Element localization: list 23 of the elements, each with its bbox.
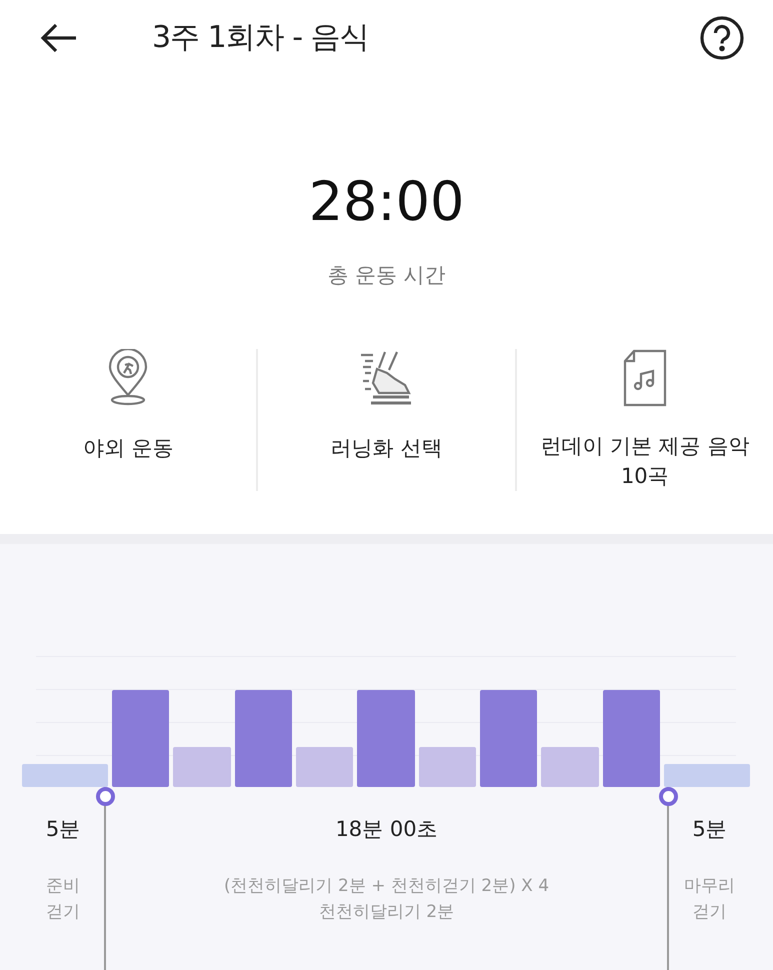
interval-bar <box>173 747 231 787</box>
interval-bar <box>296 747 354 787</box>
help-button[interactable] <box>699 14 745 60</box>
total-time-caption: 총 운동 시간 <box>326 262 447 289</box>
phase-duration: 18분 00초 <box>335 816 438 843</box>
map-pin-runner-icon <box>107 349 150 407</box>
back-button[interactable] <box>40 22 78 52</box>
option-label[interactable]: 야외 운동 <box>82 433 174 463</box>
interval-bar <box>418 747 476 787</box>
start-marker-icon <box>96 787 114 806</box>
phase-duration: 5분 <box>46 816 80 843</box>
phase-description: (천천히달리기 2분 + 천천히걷기 2분) X 4 천천히달리기 2분 <box>224 875 550 924</box>
option-label[interactable]: 런데이 기본 제공 음악 10곡 <box>540 431 750 491</box>
music-file-icon <box>622 349 668 407</box>
running-shoe-icon <box>359 349 414 407</box>
interval-bar <box>541 747 599 787</box>
end-marker-icon <box>658 787 678 806</box>
total-time: 28:00 <box>308 170 466 233</box>
header-title: 3주 1회차 - 음식 <box>152 19 370 57</box>
phase-description: 준비 걷기 <box>46 875 80 924</box>
phase-duration: 5분 <box>692 816 727 843</box>
phase-description: 마무리 걷기 <box>684 875 735 924</box>
option-label[interactable]: 러닝화 선택 <box>330 433 442 463</box>
